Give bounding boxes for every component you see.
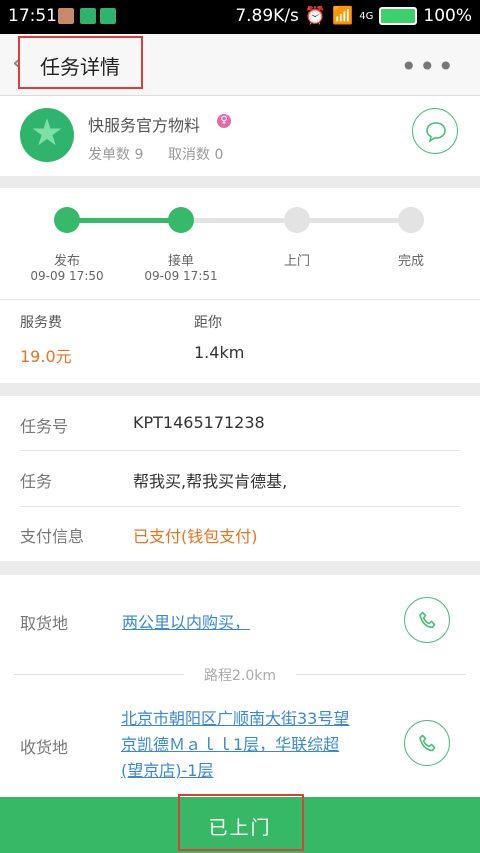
step-label-3: 上门 [283, 254, 310, 269]
progress-dot-2 [168, 207, 194, 233]
more-menu-icon[interactable]: ••• [400, 50, 456, 83]
network-type: 4G [359, 10, 374, 22]
delivery-address-line2[interactable]: 京凯德Ｍａｌｌ1层，华联综超 [121, 732, 381, 758]
pickup-label: 取货地 [20, 614, 69, 633]
distance-value: 1.4km [194, 343, 245, 362]
notification-app2-icon [100, 8, 116, 24]
step-label-1: 发布 [53, 254, 80, 269]
payment-value: 已支付(钱包支付) [133, 527, 258, 546]
order-count: 发单数 9 [88, 147, 144, 163]
delivery-address-line1[interactable]: 北京市朝阳区广顺南大街33号望 [121, 706, 381, 732]
network-speed: 7.89K/s [235, 6, 299, 26]
cancel-count: 取消数 0 [168, 147, 224, 163]
pickup-address-link[interactable]: 两公里以内购买， [122, 609, 250, 633]
progress-dot-1 [54, 207, 80, 233]
wifi-icon: 📶 [332, 6, 354, 26]
task-id-value: KPT1465171238 [133, 413, 265, 432]
status-bar: 17:51 7.89K/s ⏰ 📶 4G 100% [0, 0, 480, 34]
divider [0, 299, 480, 300]
button-highlight-box [178, 794, 304, 851]
battery-icon [379, 7, 418, 25]
step-label-2: 接单 [167, 254, 194, 269]
fee-label: 服务费 [20, 315, 62, 331]
step-time-1: 09-09 17:50 [30, 269, 104, 283]
divider [20, 506, 460, 507]
status-time: 17:51 [8, 6, 57, 26]
task-label: 任务 [20, 472, 53, 491]
route-distance: 路程2.0km [203, 668, 276, 684]
step-label-4: 完成 [397, 254, 424, 269]
chat-bubble-icon [426, 122, 446, 143]
distance-label: 距你 [194, 315, 222, 331]
user-name: 快服务官方物料 [88, 116, 201, 135]
progress-track-done [67, 218, 181, 223]
delivery-call-button[interactable] [404, 720, 450, 766]
notification-app-icon [80, 8, 96, 24]
divider [20, 450, 460, 451]
notification-avatar-icon [58, 8, 74, 24]
payment-label: 支付信息 [20, 527, 85, 546]
phone-icon [419, 611, 436, 629]
delivery-address-line3[interactable]: (望京店)-1层 [121, 758, 381, 784]
chat-button[interactable] [412, 108, 458, 154]
status-right-group: 7.89K/s ⏰ 📶 4G 100% [235, 6, 472, 26]
task-id-label: 任务号 [20, 417, 69, 436]
avatar [20, 108, 74, 162]
delivery-label: 收货地 [20, 738, 69, 757]
fee-value: 19.0元 [20, 347, 72, 366]
task-value: 帮我买,帮我买肯德基, [133, 472, 288, 491]
alarm-icon: ⏰ [304, 6, 327, 26]
delivery-address-link[interactable]: 北京市朝阳区广顺南大街33号望 京凯德Ｍａｌｌ1层，华联综超 (望京店)-1层 [121, 706, 381, 784]
phone-icon [419, 734, 436, 752]
battery-level: 100% [423, 6, 472, 26]
progress-dot-4 [398, 207, 424, 233]
progress-dot-3 [284, 207, 310, 233]
step-time-2: 09-09 17:51 [144, 269, 218, 283]
title-highlight-box [18, 36, 143, 89]
pickup-call-button[interactable] [404, 597, 450, 643]
female-icon: ♀ [217, 114, 231, 128]
